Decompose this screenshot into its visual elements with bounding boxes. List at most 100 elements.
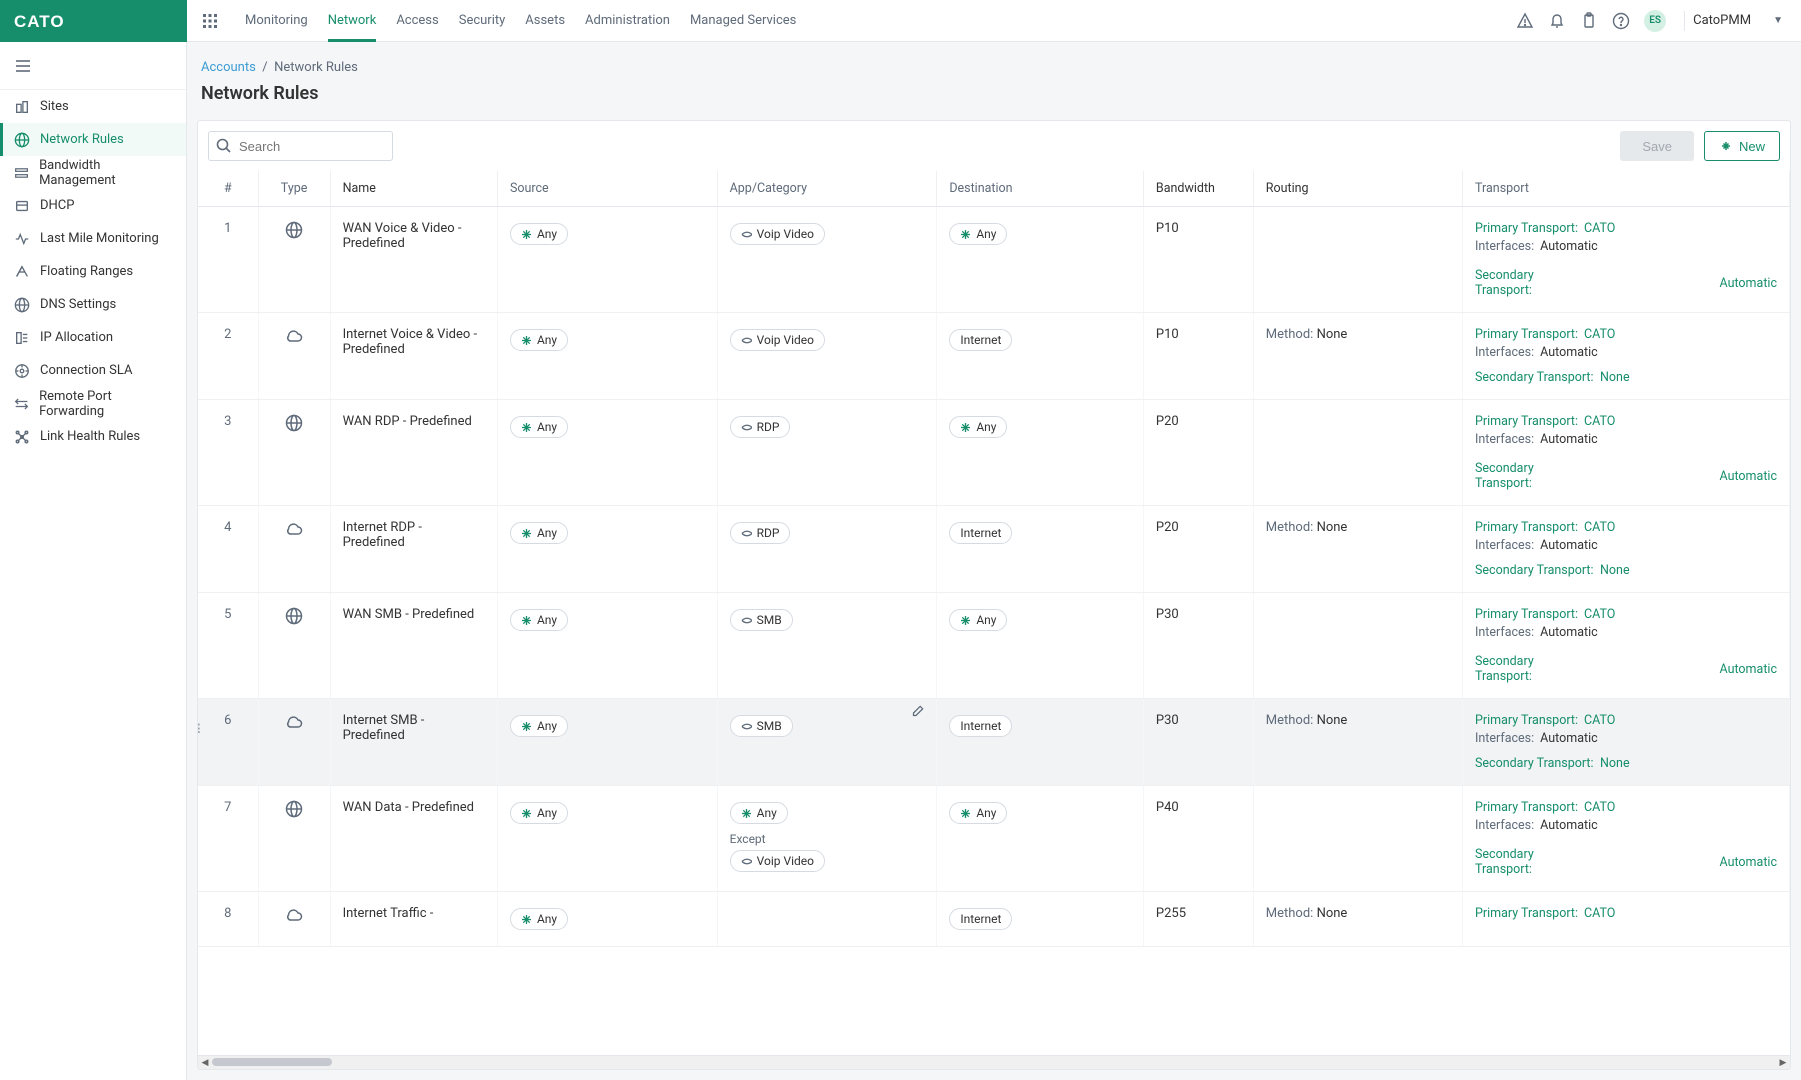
caret-down-icon[interactable]: ▼ xyxy=(1773,15,1783,26)
pill: Any xyxy=(510,416,568,438)
account-switcher[interactable]: CatoPMM xyxy=(1684,11,1759,31)
secondary-transport-value: None xyxy=(1600,563,1630,578)
pill-label: Any xyxy=(537,227,557,241)
hamburger-row xyxy=(0,42,186,90)
col-header[interactable]: Name xyxy=(330,171,497,207)
table-row[interactable]: 7WAN Data - PredefinedAnyAnyExceptVoip V… xyxy=(198,786,1790,892)
brand-logo[interactable]: CATO xyxy=(0,0,187,42)
leftnav-sites[interactable]: Sites xyxy=(0,90,186,123)
leftnav-floating-ranges[interactable]: Floating Ranges xyxy=(0,255,186,288)
nav-managed-services[interactable]: Managed Services xyxy=(680,0,806,42)
table-row[interactable]: ⠿6Internet SMB - PredefinedAnySMBInterne… xyxy=(198,699,1790,786)
pill-label: RDP xyxy=(757,526,780,540)
search-box xyxy=(208,131,393,161)
routing-method-value: None xyxy=(1317,906,1348,921)
pill: SMB xyxy=(730,609,793,631)
leftnav-remote-port-forwarding[interactable]: Remote Port Forwarding xyxy=(0,387,186,420)
nav-access[interactable]: Access xyxy=(386,0,448,42)
leftnav-ip-allocation[interactable]: IP Allocation xyxy=(0,321,186,354)
leftnav-network-rules[interactable]: Network Rules xyxy=(0,123,186,156)
avatar[interactable]: ES xyxy=(1644,10,1666,32)
drag-handle-icon[interactable]: ⠿ xyxy=(198,723,202,738)
globe-icon xyxy=(14,297,30,313)
col-header[interactable]: Bandwidth xyxy=(1143,171,1253,207)
nav-network[interactable]: Network xyxy=(318,0,387,42)
nav-administration[interactable]: Administration xyxy=(575,0,680,42)
leftnav-link-health-rules[interactable]: Link Health Rules xyxy=(0,420,186,453)
pill: Any xyxy=(949,223,1007,245)
primary-transport-label: Primary Transport: xyxy=(1475,713,1578,728)
ipalloc-icon xyxy=(14,330,30,346)
pill: Any xyxy=(949,416,1007,438)
any-icon xyxy=(960,422,971,433)
pill: Voip Video xyxy=(730,223,825,245)
interfaces-label: Interfaces: xyxy=(1475,731,1534,746)
help-icon[interactable] xyxy=(1612,12,1630,30)
scroll-left-icon[interactable]: ◀ xyxy=(198,1056,212,1070)
table-row[interactable]: 3WAN RDP - PredefinedAnyRDPAnyP20Primary… xyxy=(198,400,1790,506)
apps-icon[interactable] xyxy=(201,12,219,30)
pill-label: Any xyxy=(537,912,557,926)
pill-label: Voip Video xyxy=(757,854,814,868)
row-number: 3 xyxy=(224,414,231,429)
hamburger-icon[interactable] xyxy=(14,57,32,75)
col-header[interactable]: Transport xyxy=(1463,171,1790,207)
col-header[interactable]: Routing xyxy=(1253,171,1462,207)
pill-label: SMB xyxy=(757,613,782,627)
nav-monitoring[interactable]: Monitoring xyxy=(235,0,318,42)
secondary-transport-value: Automatic xyxy=(1719,469,1777,484)
primary-transport-value: CATO xyxy=(1584,327,1615,342)
pill-label: Any xyxy=(976,420,996,434)
new-button[interactable]: New xyxy=(1704,131,1780,161)
leftnav-last-mile-monitoring[interactable]: Last Mile Monitoring xyxy=(0,222,186,255)
pill: Any xyxy=(949,609,1007,631)
globe-icon xyxy=(285,228,303,243)
pill: Any xyxy=(510,223,568,245)
clipboard-icon[interactable] xyxy=(1580,12,1598,30)
edit-icon[interactable] xyxy=(911,703,926,722)
bell-icon[interactable] xyxy=(1548,12,1566,30)
any-icon xyxy=(521,528,532,539)
table-row[interactable]: 1WAN Voice & Video - PredefinedAnyVoip V… xyxy=(198,207,1790,313)
top-bar: CATO MonitoringNetworkAccessSecurityAsse… xyxy=(0,0,1801,42)
table-row[interactable]: 4Internet RDP - PredefinedAnyRDPInternet… xyxy=(198,506,1790,593)
top-right: ES CatoPMM ▼ xyxy=(1516,10,1801,32)
table-row[interactable]: 8Internet Traffic -AnyInternetP255Method… xyxy=(198,892,1790,947)
horizontal-scrollbar[interactable]: ◀ ▶ xyxy=(198,1055,1790,1069)
globe-icon xyxy=(285,421,303,436)
pill: SMB xyxy=(730,715,793,737)
alert-icon[interactable] xyxy=(1516,12,1534,30)
interfaces-label: Interfaces: xyxy=(1475,818,1534,833)
bandwidth-value: P255 xyxy=(1143,892,1253,947)
col-header[interactable]: Type xyxy=(258,171,330,207)
nav-security[interactable]: Security xyxy=(449,0,516,42)
interfaces-value: Automatic xyxy=(1540,818,1598,833)
leftnav-dhcp[interactable]: DHCP xyxy=(0,189,186,222)
table-row[interactable]: 2Internet Voice & Video - PredefinedAnyV… xyxy=(198,313,1790,400)
pill: Voip Video xyxy=(730,850,825,872)
table-row[interactable]: 5WAN SMB - PredefinedAnySMBAnyP30Primary… xyxy=(198,593,1790,699)
breadcrumb-root[interactable]: Accounts xyxy=(201,60,256,75)
table-scroll[interactable]: #TypeNameSourceApp/CategoryDestinationBa… xyxy=(198,171,1790,1055)
pill-label: Any xyxy=(537,806,557,820)
leftnav-dns-settings[interactable]: DNS Settings xyxy=(0,288,186,321)
col-header[interactable]: Destination xyxy=(937,171,1144,207)
interfaces-value: Automatic xyxy=(1540,731,1598,746)
interfaces-label: Interfaces: xyxy=(1475,239,1534,254)
col-header[interactable]: Source xyxy=(497,171,717,207)
table-head: #TypeNameSourceApp/CategoryDestinationBa… xyxy=(198,171,1790,207)
nav-assets[interactable]: Assets xyxy=(515,0,575,42)
search-input[interactable] xyxy=(208,131,393,161)
col-header[interactable]: App/Category xyxy=(717,171,937,207)
pill: Internet xyxy=(949,522,1012,544)
scroll-right-icon[interactable]: ▶ xyxy=(1776,1056,1790,1070)
breadcrumb-current: Network Rules xyxy=(274,60,358,75)
leftnav-bandwidth-management[interactable]: Bandwidth Management xyxy=(0,156,186,189)
col-header[interactable]: # xyxy=(198,171,258,207)
any-icon xyxy=(521,914,532,925)
scroll-thumb[interactable] xyxy=(212,1058,332,1066)
leftnav-connection-sla[interactable]: Connection SLA xyxy=(0,354,186,387)
sites-icon xyxy=(14,99,30,115)
interfaces-value: Automatic xyxy=(1540,538,1598,553)
cloud-icon xyxy=(285,720,303,735)
